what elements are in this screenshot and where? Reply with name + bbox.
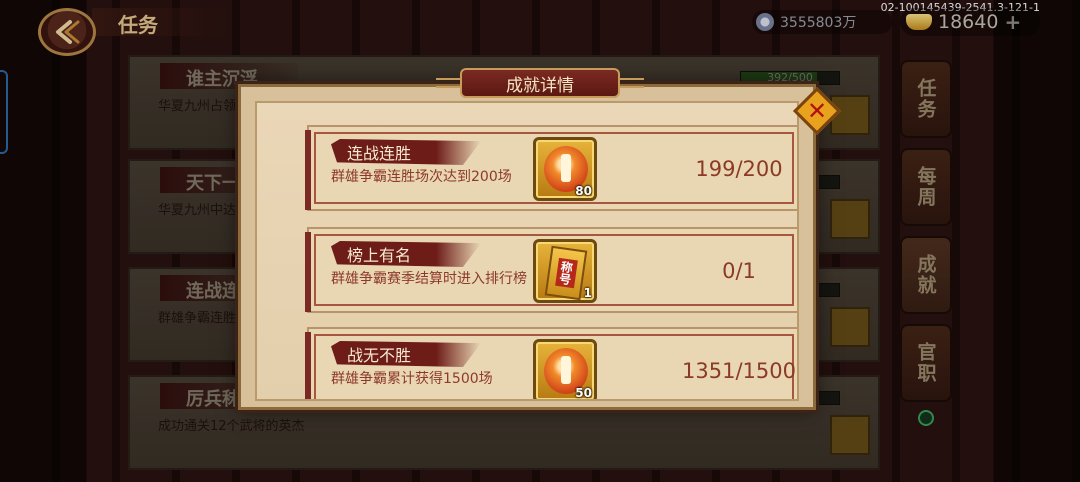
token-label: 称号 bbox=[554, 257, 578, 289]
reward-quantity: 80 bbox=[575, 184, 592, 198]
reward-quantity: 50 bbox=[575, 386, 592, 400]
reward-item[interactable]: 称号 1 bbox=[533, 239, 597, 303]
achievement-desc: 群雄争霸累计获得1500场 bbox=[331, 371, 493, 387]
title-ornament-left bbox=[436, 78, 462, 88]
reward-item[interactable]: 50 bbox=[533, 339, 597, 400]
achievement-name: 战无不胜 bbox=[347, 346, 412, 365]
achievement-name: 榜上有名 bbox=[347, 246, 412, 265]
achievement-list[interactable]: 连战连胜 群雄争霸连胜场次达到200场 80 199/200 榜上有名 群雄争霸… bbox=[255, 101, 799, 401]
achievement-card: 榜上有名 群雄争霸赛季结算时进入排行榜 称号 1 0/1 bbox=[305, 227, 797, 313]
achievement-detail-dialog: 连战连胜 群雄争霸连胜场次达到200场 80 199/200 榜上有名 群雄争霸… bbox=[238, 84, 816, 410]
achievement-card: 战无不胜 群雄争霸累计获得1500场 50 1351/1500 bbox=[305, 327, 797, 400]
reward-item[interactable]: 80 bbox=[533, 137, 597, 201]
reward-quantity: 1 bbox=[583, 286, 592, 300]
achievement-name: 连战连胜 bbox=[347, 144, 412, 163]
achievement-desc: 群雄争霸赛季结算时进入排行榜 bbox=[331, 271, 527, 287]
dialog-title-plate: 成就详情 bbox=[460, 68, 620, 98]
achievement-progress: 0/1 bbox=[722, 259, 756, 283]
achievement-progress: 199/200 bbox=[695, 157, 783, 181]
dialog-title: 成就详情 bbox=[506, 75, 574, 96]
title-ornament-right bbox=[618, 78, 644, 88]
achievement-card: 连战连胜 群雄争霸连胜场次达到200场 80 199/200 bbox=[305, 125, 797, 211]
close-icon: ✕ bbox=[806, 96, 828, 125]
title-token-icon: 称号 bbox=[544, 245, 588, 300]
achievement-desc: 群雄争霸连胜场次达到200场 bbox=[331, 169, 512, 185]
achievement-progress: 1351/1500 bbox=[682, 359, 796, 383]
